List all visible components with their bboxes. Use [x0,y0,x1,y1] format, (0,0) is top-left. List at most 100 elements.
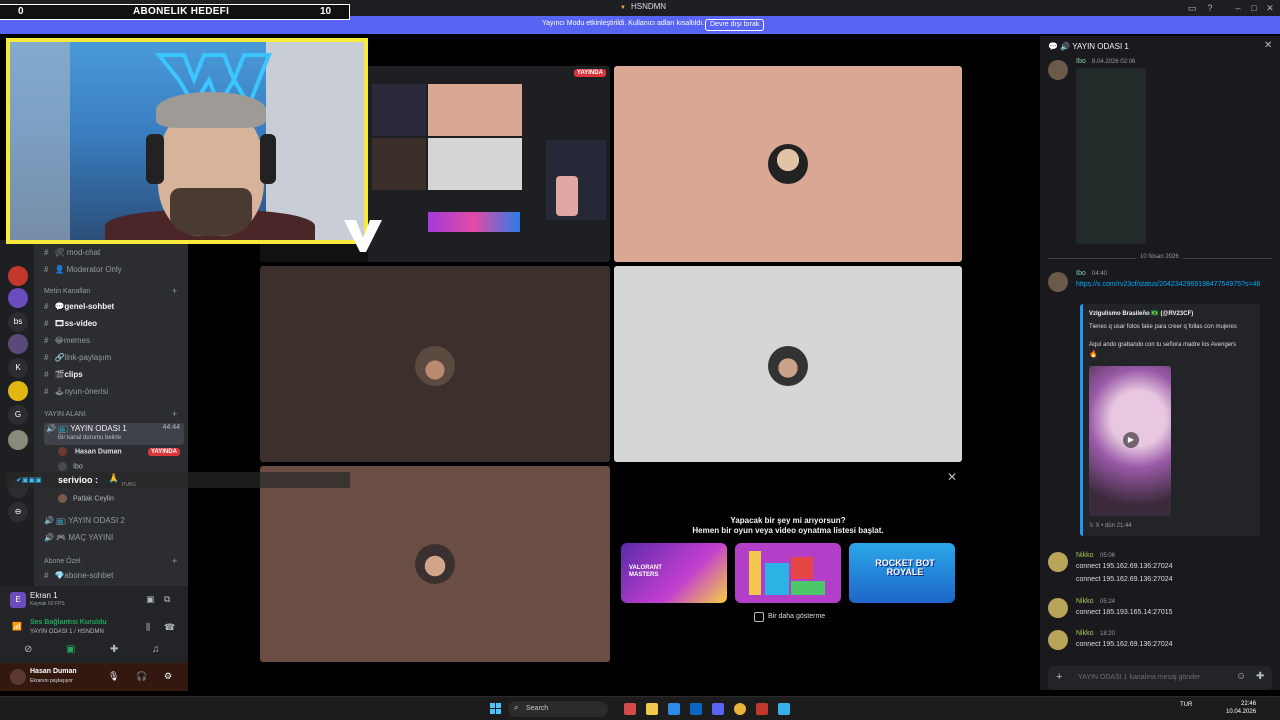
server-g[interactable]: G [8,405,28,425]
server-icon[interactable] [8,430,28,450]
discord-icon[interactable] [712,703,724,715]
activities-icon[interactable]: ✚ [110,644,118,655]
noise-suppression-icon[interactable]: ⫼ [146,622,150,633]
avatar[interactable] [10,669,26,685]
add-channel-icon[interactable]: + [172,556,177,566]
close-icon[interactable]: ✕ [947,470,957,484]
voice-text-chat: 💬 🔊 YAYIN ODASI 1 ✕ Ibo 8.04.2026 02:06 … [1040,36,1280,690]
message-author[interactable]: Nikko [1076,630,1094,637]
camera-off-icon[interactable]: ⊘ [24,644,32,655]
message-author[interactable]: Nikko [1076,598,1094,605]
soundboard-icon[interactable]: ♫ [152,644,160,655]
app-icon[interactable] [756,703,768,715]
popout-icon[interactable]: ⧉ [164,594,170,605]
add-channel-icon[interactable]: + [172,286,177,296]
notice-text: Yayıncı Modu etkinleştirildi. Kullanıcı … [542,20,705,27]
channel-ss-video[interactable]: # 🎞ss-video [44,319,184,333]
voice-member-patlak-ceylin[interactable]: Patlak Ceylin [58,494,114,503]
participant-tile[interactable] [260,266,610,462]
help-icon[interactable]: ? [1204,2,1216,14]
close-window-icon[interactable]: ✕ [1264,2,1276,14]
app-icon[interactable] [778,703,790,715]
blocks-card[interactable] [735,543,841,603]
channel-mod-chat[interactable]: # 🛠 mod-chat [44,248,184,262]
screen-share-active-icon[interactable]: ▣ [66,644,75,655]
start-icon[interactable] [490,703,502,715]
avatar[interactable] [1048,598,1068,618]
chrome-icon[interactable] [734,703,746,715]
emoji-icon[interactable]: ☺ [1236,671,1246,682]
channel-genel-sohbet[interactable]: # 💬genel-sohbet [44,302,184,316]
avatar[interactable] [1048,630,1068,650]
server-icon[interactable] [8,381,28,401]
apps-icon[interactable]: ✚ [1256,671,1264,682]
discover-icon[interactable]: ⊖ [8,502,28,522]
dont-show-again-checkbox[interactable] [754,612,764,622]
microphone-icon[interactable]: 🎙 [108,671,119,682]
voice-channel-yayin-odasi-1[interactable]: 🔊 📺 YAYIN ODASI 1 44:44 Bir kanal durumu… [44,423,184,445]
embed-video[interactable]: ▶ [1089,366,1171,516]
voice-channel-mac-yayini[interactable]: 🔊 🎮 MAÇ YAYINI [44,533,184,547]
voice-channel-yayin-odasi-2[interactable]: 🔊 📺 YAYIN ODASI 2 [44,516,184,530]
add-channel-icon[interactable]: + [172,409,177,419]
server-icon[interactable] [8,266,28,286]
channel-memes[interactable]: # 😂memes [44,336,184,350]
channel-link-paylasim[interactable]: # 🔗link-paylaşım [44,353,184,367]
app-icon[interactable] [690,703,702,715]
voice-member-ibo[interactable]: Ibo [58,462,83,471]
message-author[interactable]: Nikko [1076,552,1094,559]
participant-tile[interactable] [614,266,962,462]
play-icon[interactable]: ▶ [1123,432,1139,448]
category-voice[interactable]: YAYIN ALANI [44,411,86,418]
message-link[interactable]: https://x.com/rv23cf/status/204234296919… [1076,280,1272,290]
rocket-bot-royale-card[interactable]: ROCKET BOT ROYALE [849,543,955,603]
avatar[interactable] [1048,552,1068,572]
channel-oyun-onerisi[interactable]: # 🕹oyun-önerisi [44,387,184,401]
close-chat-icon[interactable]: ✕ [1264,40,1272,51]
hand-icon: 🙏 [108,473,120,483]
maximize-icon[interactable]: □ [1248,2,1260,14]
minimize-icon[interactable]: – [1232,2,1244,14]
file-explorer-icon[interactable] [646,703,658,715]
voice-channel-label[interactable]: YAYIN ODASI 1 / HSNDMN [30,629,104,635]
message-input[interactable]: + YAYIN ODASI 1 kanalına mesaj gönder ☺ … [1048,666,1272,690]
server-bs[interactable]: bs [8,312,28,332]
channel-clips[interactable]: # 🎬clips [44,370,184,384]
category-abone-ozel[interactable]: Abone Özel [44,558,81,565]
message-author[interactable]: Ibo [1076,270,1086,277]
taskbar-clock[interactable]: 22:46 10.04.2026 [1226,700,1256,716]
server-k[interactable]: K [8,358,28,378]
edge-icon[interactable] [668,703,680,715]
add-attachment-icon[interactable]: + [1056,671,1062,683]
message-text: connect 185.193.165.14:27015 [1076,609,1173,616]
participant-tile[interactable] [614,66,962,262]
channel-moderator-only[interactable]: # 👤 Moderator Only [44,265,184,279]
voice-member-hasan[interactable]: Hasan Duman YAYINDA [58,447,188,459]
avatar[interactable] [1048,272,1068,292]
overlay-chat-extra: PUBG [122,482,137,488]
embed-author[interactable]: Vzlgulismo Brasileño 🇧🇷 (@RV23CF) [1089,310,1193,317]
disable-streamer-mode-button[interactable]: Devre dışı bırak [705,19,765,31]
valorant-masters-card[interactable]: VALORANT MASTERS [621,543,727,603]
avatar[interactable] [1048,60,1068,80]
channel-abone-sohbet[interactable]: # 💎abone-sohbet [44,571,184,585]
user-status: Ekranını paylaşıyor [30,678,73,684]
server-icon[interactable] [8,334,28,354]
preview-media [556,176,578,216]
inbox-icon[interactable]: ▭ [1186,2,1198,14]
app-icon[interactable] [624,703,636,715]
settings-gear-icon[interactable]: ⚙ [164,671,172,682]
participant-tile[interactable] [260,466,610,662]
taskbar-search[interactable]: Search [508,701,608,717]
server-icon[interactable] [8,288,28,308]
category-text-channels[interactable]: Metin Kanalları [44,288,91,295]
headphones-icon[interactable]: 🎧 [136,671,147,682]
message-author[interactable]: Ibo [1076,58,1086,65]
disconnect-icon[interactable]: ☎ [164,622,175,633]
headphones-icon [146,134,164,184]
screen-settings-icon[interactable]: ▣ [146,594,155,605]
voice-status[interactable]: Bir kanal durumu belirle [58,435,121,441]
message-image[interactable] [1076,68,1146,244]
language-indicator[interactable]: TUR [1180,702,1192,708]
voice-connected-label[interactable]: Ses Bağlantısı Kuruldu [30,619,107,626]
